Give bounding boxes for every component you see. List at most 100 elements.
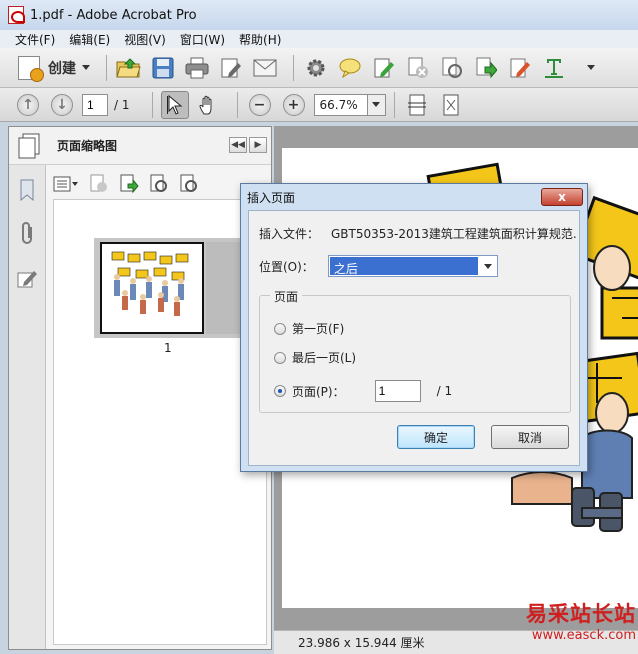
close-button[interactable]: x [541, 188, 583, 206]
edit-icon [221, 58, 241, 77]
hand-tool-button[interactable] [195, 91, 223, 119]
prev-page-button[interactable]: ↑ [14, 91, 42, 119]
main-toolbar: 创建 [0, 48, 638, 88]
next-page-button[interactable]: ↓ [48, 91, 76, 119]
attachment-icon[interactable] [17, 221, 37, 247]
delete-page-button[interactable] [404, 54, 432, 82]
sign-icon [374, 58, 394, 77]
zoom-in-button[interactable]: + [280, 91, 308, 119]
fit-width-button[interactable] [403, 91, 431, 119]
rotate-right-icon[interactable] [179, 174, 199, 194]
page-thumbnail[interactable] [94, 238, 244, 338]
ok-button[interactable]: 确定 [397, 425, 475, 449]
signature-icon[interactable] [16, 267, 38, 289]
page-number-field[interactable] [374, 380, 421, 402]
text-button[interactable] [540, 54, 568, 82]
print-icon [185, 57, 209, 78]
insert-page-icon[interactable] [119, 174, 139, 194]
page-number-input[interactable] [82, 93, 108, 116]
delete-page-icon[interactable] [89, 174, 109, 194]
cancel-button[interactable]: 取消 [491, 425, 569, 449]
options-menu-icon[interactable] [53, 176, 79, 192]
hand-icon [198, 95, 211, 114]
page-group-title: 页面 [270, 288, 303, 305]
nav-toolbar: ↑ ↓ / 1 − + 66.7% [0, 88, 638, 122]
radio-first-page[interactable]: 第一页(F) [274, 320, 344, 337]
navigation-pane: 页面缩略图 ◀◀ ▶ 1 [8, 126, 272, 650]
menu-help[interactable]: 帮助(H) [232, 31, 288, 48]
rotate-page-icon [442, 57, 462, 78]
select-tool-button[interactable] [160, 90, 189, 119]
zoom-select[interactable]: 66.7% [313, 93, 386, 116]
close-icon: x [558, 190, 566, 204]
radio-page-label: 页面(P)： [292, 384, 345, 399]
email-icon [253, 59, 277, 76]
thumbnail-shadow [206, 242, 240, 334]
title-bar: 1.pdf - Adobe Acrobat Pro [0, 0, 638, 30]
export-button[interactable] [472, 54, 500, 82]
toolbar-divider [106, 54, 107, 81]
arrow-down-icon: ↓ [51, 93, 73, 116]
chevron-down-icon[interactable] [366, 94, 385, 115]
collapse-pane-icon[interactable]: ◀◀ [229, 137, 247, 153]
radio-last-page[interactable]: 最后一页(L) [274, 349, 356, 366]
print-button[interactable] [183, 54, 211, 82]
chevron-down-icon [82, 65, 90, 70]
radio-icon [274, 322, 286, 335]
fit-width-icon [407, 94, 426, 115]
radio-icon [274, 351, 286, 364]
chevron-down-icon [587, 65, 595, 70]
email-button[interactable] [251, 54, 279, 82]
open-button[interactable] [115, 54, 143, 82]
bookmark-icon[interactable] [18, 179, 36, 201]
rotate-page-button[interactable] [438, 54, 466, 82]
form-icon [510, 58, 530, 77]
pages-icon[interactable] [17, 133, 41, 159]
form-button[interactable] [506, 54, 534, 82]
pane-header: 页面缩略图 ◀◀ ▶ [9, 127, 271, 165]
fit-page-button[interactable] [437, 91, 465, 119]
position-value: 之后 [329, 257, 478, 276]
menu-file[interactable]: 文件(F) [8, 31, 62, 48]
gear-icon [307, 59, 325, 76]
watermark: 易采站长站 www.easck.com [526, 598, 636, 643]
text-icon [545, 58, 563, 78]
pdf-app-icon [8, 6, 25, 24]
rotate-left-icon[interactable] [149, 174, 169, 194]
thumbnail-page [100, 242, 204, 334]
page-group: 页面 第一页(F) 最后一页(L) 页面(P)： / 1 [259, 288, 571, 413]
position-select[interactable]: 之后 [327, 255, 498, 277]
insert-file-value: GBT50353-2013建筑工程建筑面积计算规范.... [331, 227, 577, 241]
minus-icon: − [248, 93, 271, 116]
insert-pages-dialog: 插入页面 x 插入文件： GBT50353-2013建筑工程建筑面积计算规范..… [240, 183, 588, 472]
page-total: / 1 [114, 97, 130, 112]
save-icon [152, 57, 174, 78]
pane-nav: ◀◀ ▶ [229, 137, 267, 153]
expand-pane-icon[interactable]: ▶ [249, 137, 267, 153]
thumbnail-area: 1 [53, 199, 267, 645]
export-icon [476, 57, 497, 78]
toolbar-more-button[interactable] [574, 54, 602, 82]
toolbar-divider [151, 91, 153, 118]
window-title: 1.pdf - Adobe Acrobat Pro [30, 7, 197, 23]
save-button[interactable] [149, 54, 177, 82]
sign-button[interactable] [370, 54, 398, 82]
radio-last-label: 最后一页(L) [292, 351, 357, 365]
zoom-out-button[interactable]: − [246, 91, 274, 119]
comment-icon [339, 58, 361, 78]
position-row: 位置(O)： 之后 [259, 255, 498, 277]
fit-page-icon [443, 94, 458, 115]
edit-button[interactable] [217, 54, 245, 82]
radio-page[interactable]: 页面(P)： / 1 [274, 380, 452, 402]
toolbar-divider [393, 91, 395, 118]
delete-page-icon [408, 57, 428, 78]
radio-first-label: 第一页(F) [292, 322, 345, 336]
toolbar-divider [236, 91, 238, 118]
comment-button[interactable] [336, 54, 364, 82]
settings-button[interactable] [302, 54, 330, 82]
menu-edit[interactable]: 编辑(E) [62, 31, 117, 48]
menu-view[interactable]: 视图(V) [117, 31, 173, 48]
create-button[interactable]: 创建 [14, 53, 98, 83]
menu-window[interactable]: 窗口(W) [173, 31, 232, 48]
dialog-body: 插入文件： GBT50353-2013建筑工程建筑面积计算规范.... 位置(O… [248, 210, 580, 466]
